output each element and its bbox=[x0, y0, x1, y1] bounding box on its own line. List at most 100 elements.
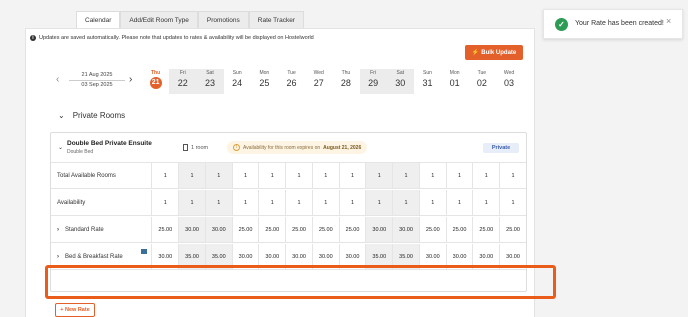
room-name: Double Bed Private Ensuite bbox=[67, 140, 152, 147]
day-name: Tue bbox=[477, 70, 487, 76]
table-cell[interactable]: 1 bbox=[365, 190, 393, 215]
toast-notification: ✓ Your Rate has been created! × bbox=[543, 9, 683, 39]
day-column-header: Sun 24 bbox=[224, 69, 251, 94]
tab-rate-tracker[interactable]: Rate Tracker bbox=[248, 11, 304, 28]
day-name: Sat bbox=[396, 70, 405, 76]
availability-notice: ! Availability for this room expires on … bbox=[227, 141, 368, 154]
date-range[interactable]: 21 Aug 2025 03 Sep 2025 bbox=[69, 71, 125, 90]
table-cell[interactable]: 1 bbox=[338, 190, 366, 215]
table-cell[interactable]: 1 bbox=[258, 190, 285, 215]
table-cell[interactable]: 30.00 bbox=[365, 217, 393, 242]
tab-add-edit-room-type[interactable]: Add/Edit Room Type bbox=[120, 11, 198, 28]
table-cell[interactable]: 25.00 bbox=[285, 217, 312, 242]
chevron-right-icon[interactable]: › bbox=[57, 254, 59, 260]
highlight-box bbox=[45, 265, 556, 299]
day-name: Sat bbox=[206, 70, 214, 76]
breakfast-icon bbox=[141, 249, 148, 254]
info-icon: i bbox=[30, 35, 36, 41]
table-cell[interactable]: 30.00 bbox=[204, 217, 232, 242]
row-label: Availability bbox=[51, 190, 151, 215]
table-cell[interactable]: 1 bbox=[151, 190, 178, 215]
day-name: Mon bbox=[449, 70, 460, 76]
table-cell[interactable]: 1 bbox=[472, 190, 499, 215]
warning-icon: ! bbox=[233, 144, 240, 151]
chevron-down-icon[interactable]: ⌄ bbox=[58, 144, 63, 151]
day-column-header: Wed 27 bbox=[305, 69, 332, 94]
table-cell: 1 bbox=[204, 163, 232, 188]
day-number: 26 bbox=[286, 78, 297, 88]
private-badge: Private bbox=[483, 143, 519, 153]
day-column-header: Thu 21 bbox=[142, 69, 169, 94]
day-name: Wed bbox=[313, 70, 324, 76]
table-cell: 1 bbox=[392, 163, 419, 188]
chevron-down-icon: ⌄ bbox=[58, 111, 65, 120]
table-cell[interactable]: 25.00 bbox=[311, 217, 339, 242]
day-name: Sun bbox=[232, 70, 242, 76]
date-range-nav: ‹ 21 Aug 2025 03 Sep 2025 › bbox=[54, 70, 138, 92]
table-cell: 1 bbox=[338, 163, 366, 188]
door-icon bbox=[183, 144, 188, 151]
tab-bar: Calendar Add/Edit Room Type Promotions Rate… bbox=[76, 11, 304, 28]
table-cell: 1 bbox=[499, 163, 526, 188]
row-label-text: Bed & Breakfast Rate bbox=[65, 253, 123, 260]
table-cell[interactable]: 25.00 bbox=[418, 217, 446, 242]
table-row: Total Available Rooms 1 1 1 1 1 1 1 1 1 1 1 1 1 1 bbox=[51, 163, 526, 189]
room-count-label: 1 room bbox=[191, 144, 209, 151]
row-label[interactable]: › Standard Rate bbox=[51, 217, 151, 242]
day-name: Fri bbox=[370, 70, 377, 76]
table-cell[interactable]: 1 bbox=[285, 190, 312, 215]
table-row: Availability 1 1 1 1 1 1 1 1 1 1 1 1 1 1 bbox=[51, 190, 526, 216]
table-cell[interactable]: 25.00 bbox=[151, 217, 178, 242]
table-cell[interactable]: 25.00 bbox=[258, 217, 285, 242]
table-cell[interactable]: 1 bbox=[178, 190, 205, 215]
day-column-header: Fri 22 bbox=[169, 69, 197, 94]
day-number: 28 bbox=[340, 78, 351, 88]
row-label-text: Total Available Rooms bbox=[57, 172, 116, 179]
day-number: 22 bbox=[177, 78, 188, 88]
table-cell: 1 bbox=[285, 163, 312, 188]
chevron-right-icon[interactable]: › bbox=[129, 74, 132, 86]
table-row: › Standard Rate 25.00 30.00 30.00 25.00 25.00 2… bbox=[51, 217, 526, 243]
day-column-header: Mon 25 bbox=[251, 69, 278, 94]
day-column-header: Mon 01 bbox=[441, 69, 468, 94]
room-subtitle: Double Bed bbox=[67, 149, 94, 155]
day-number: 21 bbox=[149, 77, 162, 89]
day-name: Thu bbox=[341, 70, 351, 76]
table-cell[interactable]: 25.00 bbox=[472, 217, 499, 242]
table-cell[interactable]: 25.00 bbox=[338, 217, 366, 242]
day-number: 24 bbox=[232, 78, 243, 88]
table-cell[interactable]: 25.00 bbox=[445, 217, 473, 242]
table-cell[interactable]: 1 bbox=[204, 190, 232, 215]
tab-promotions[interactable]: Promotions bbox=[197, 11, 249, 28]
day-name: Mon bbox=[259, 70, 270, 76]
table-cell[interactable]: 1 bbox=[231, 190, 259, 215]
table-cell[interactable]: 1 bbox=[418, 190, 446, 215]
day-name: Fri bbox=[179, 70, 186, 76]
table-cell[interactable]: 1 bbox=[445, 190, 473, 215]
table-cell[interactable]: 1 bbox=[499, 190, 526, 215]
table-cell[interactable]: 1 bbox=[311, 190, 339, 215]
room-count: 1 room bbox=[183, 144, 208, 151]
row-label-text: Availability bbox=[57, 199, 86, 206]
day-column-header: Wed 03 bbox=[495, 69, 522, 94]
table-cell[interactable]: 30.00 bbox=[178, 217, 205, 242]
day-column-header: Sun 31 bbox=[414, 69, 441, 94]
new-rate-button[interactable]: + New Rate bbox=[55, 303, 95, 317]
table-cell[interactable]: 30.00 bbox=[392, 217, 419, 242]
section-private-rooms[interactable]: ⌄ Private Rooms bbox=[58, 111, 125, 120]
bulk-update-button[interactable]: ⚡ Bulk Update bbox=[465, 45, 523, 60]
table-cell[interactable]: 25.00 bbox=[231, 217, 259, 242]
chevron-left-icon[interactable]: ‹ bbox=[56, 74, 59, 86]
chevron-right-icon[interactable]: › bbox=[57, 227, 59, 233]
day-number: 02 bbox=[476, 78, 487, 88]
tab-calendar[interactable]: Calendar bbox=[76, 11, 121, 28]
table-cell: 1 bbox=[151, 163, 178, 188]
day-number: 03 bbox=[504, 78, 515, 88]
day-number: 31 bbox=[422, 78, 433, 88]
day-name: Tue bbox=[287, 70, 296, 76]
table-cell[interactable]: 25.00 bbox=[499, 217, 526, 242]
day-number: 25 bbox=[259, 78, 270, 88]
info-banner: i Updates are saved automatically. Pleas… bbox=[30, 35, 314, 41]
table-cell[interactable]: 1 bbox=[392, 190, 419, 215]
close-icon[interactable]: × bbox=[666, 16, 671, 26]
